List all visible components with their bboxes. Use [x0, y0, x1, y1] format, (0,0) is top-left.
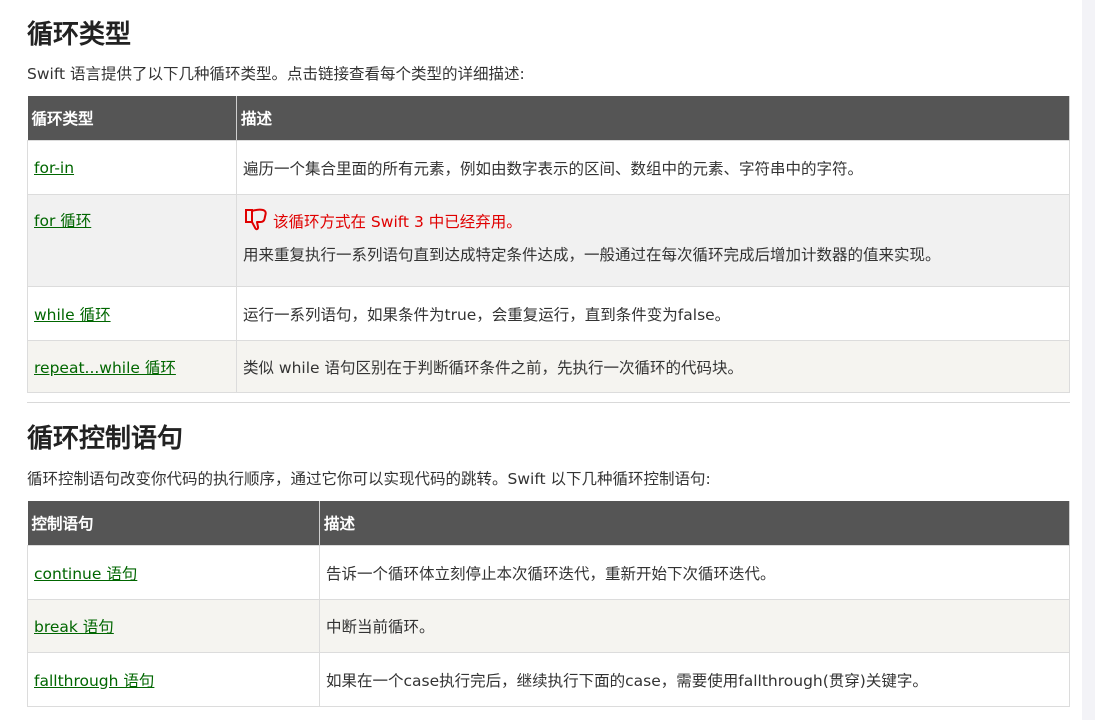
- column-header-description: 描述: [236, 96, 1070, 141]
- link-repeat-while-loop[interactable]: repeat...while 循环: [34, 359, 176, 377]
- table-header-row: 循环类型 描述: [27, 96, 1070, 141]
- link-continue-statement[interactable]: continue 语句: [34, 565, 137, 583]
- table-header-row: 控制语句 描述: [27, 501, 1070, 546]
- table-row: repeat...while 循环 类似 while 语句区别在于判断循环条件之…: [27, 340, 1070, 393]
- link-for-loop[interactable]: for 循环: [34, 212, 91, 230]
- row-description: 告诉一个循环体立刻停止本次循环迭代，重新开始下次循环迭代。: [319, 545, 1070, 600]
- link-for-in[interactable]: for-in: [34, 159, 74, 177]
- row-description: 类似 while 语句区别在于判断循环条件之前，先执行一次循环的代码块。: [236, 340, 1070, 393]
- link-while-loop[interactable]: while 循环: [34, 306, 111, 324]
- page-scroll-rail[interactable]: [1082, 0, 1095, 720]
- row-description: 遍历一个集合里面的所有元素，例如由数字表示的区间、数组中的元素、字符串中的字符。: [236, 140, 1070, 195]
- section-title-loop-control: 循环控制语句: [27, 424, 184, 454]
- section-intro-loop-types: Swift 语言提供了以下几种循环类型。点击链接查看每个类型的详细描述:: [27, 65, 525, 83]
- link-break-statement[interactable]: break 语句: [34, 618, 114, 636]
- page: 循环类型 Swift 语言提供了以下几种循环类型。点击链接查看每个类型的详细描述…: [0, 0, 1082, 720]
- column-header-loop-type: 循环类型: [27, 96, 237, 141]
- loop-control-table: 控制语句 描述 continue 语句 告诉一个循环体立刻停止本次循环迭代，重新…: [27, 501, 1070, 707]
- section-intro-loop-control: 循环控制语句改变你代码的执行顺序，通过它你可以实现代码的跳转。Swift 以下几…: [27, 470, 711, 488]
- row-description: 中断当前循环。: [319, 599, 1070, 653]
- table-row: while 循环 运行一系列语句，如果条件为true，会重复运行，直到条件变为f…: [27, 286, 1070, 341]
- section-title-loop-types: 循环类型: [27, 20, 132, 50]
- table-row: fallthrough 语句 如果在一个case执行完后，继续执行下面的case…: [27, 652, 1070, 707]
- warning-text: 该循环方式在 Swift 3 中已经弃用。: [273, 213, 522, 231]
- table-row: continue 语句 告诉一个循环体立刻停止本次循环迭代，重新开始下次循环迭代…: [27, 545, 1070, 600]
- row-description: 运行一系列语句，如果条件为true，会重复运行，直到条件变为false。: [236, 286, 1070, 341]
- column-header-control-statement: 控制语句: [27, 501, 320, 546]
- loop-types-table: 循环类型 描述 for-in 遍历一个集合里面的所有元素，例如由数字表示的区间、…: [27, 96, 1070, 393]
- table-row: for-in 遍历一个集合里面的所有元素，例如由数字表示的区间、数组中的元素、字…: [27, 140, 1070, 195]
- link-fallthrough-statement[interactable]: fallthrough 语句: [34, 672, 154, 690]
- row-description: 用来重复执行一系列语句直到达成特定条件达成，一般通过在每次循环完成后增加计数器的…: [243, 246, 941, 264]
- column-header-description: 描述: [319, 501, 1070, 546]
- table-row: for 循环 该循环方式在 Swift 3 中已经弃用。 用来重复执行一系列语句…: [27, 194, 1070, 287]
- thumbs-down-icon: [243, 207, 269, 235]
- table-row: break 语句 中断当前循环。: [27, 599, 1070, 653]
- deprecation-warning: 该循环方式在 Swift 3 中已经弃用。: [243, 207, 1063, 235]
- section-divider: [27, 402, 1070, 403]
- row-description: 如果在一个case执行完后，继续执行下面的case，需要使用fallthroug…: [319, 652, 1070, 707]
